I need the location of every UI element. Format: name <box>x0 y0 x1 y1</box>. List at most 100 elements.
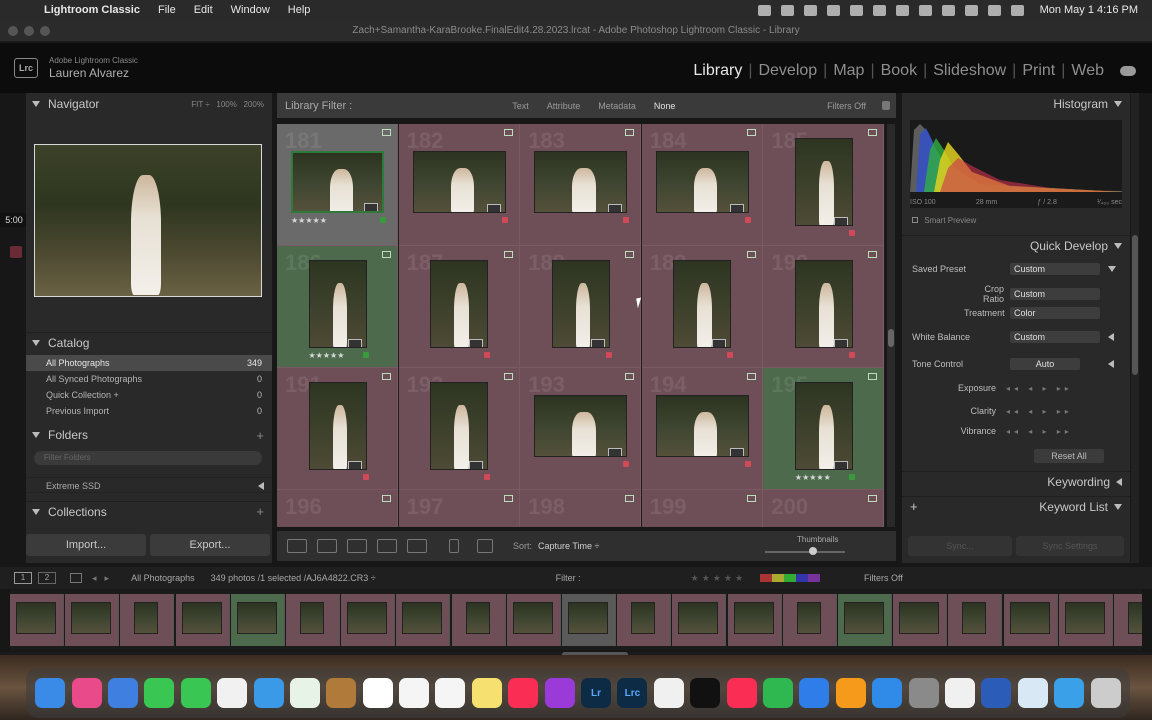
photo-thumbnail[interactable] <box>291 151 384 213</box>
quick-collection-icon[interactable] <box>746 251 756 258</box>
quick-collection-icon[interactable] <box>868 373 878 380</box>
module-develop[interactable]: Develop <box>752 62 823 80</box>
pages-icon[interactable] <box>835 678 866 708</box>
add-keyword-icon[interactable]: + <box>910 499 918 514</box>
trash-icon[interactable] <box>1090 678 1121 708</box>
filter-metadata[interactable]: Metadata <box>598 101 636 111</box>
filmstrip-thumbnail[interactable] <box>1003 594 1058 646</box>
grid-cell[interactable]: 198 <box>520 490 642 527</box>
loupe-view-icon[interactable] <box>317 539 337 553</box>
grid-scroll-thumb[interactable] <box>888 329 894 347</box>
filmstrip-thumbnail[interactable] <box>230 594 285 646</box>
photo-thumbnail[interactable] <box>794 138 853 226</box>
color-label-icon[interactable] <box>848 352 855 358</box>
folder-icon[interactable] <box>1054 678 1085 708</box>
photo-thumbnail[interactable] <box>430 260 489 348</box>
add-collection-icon[interactable]: + <box>256 504 264 519</box>
disclosure-icon[interactable] <box>1108 360 1114 368</box>
photo-thumbnail[interactable] <box>534 395 628 457</box>
quick-collection-icon[interactable] <box>625 251 635 258</box>
cloud-icon[interactable] <box>1120 66 1136 76</box>
quick-collection-icon[interactable] <box>503 129 513 136</box>
lightroom-classic-icon[interactable]: Lrc <box>617 678 648 708</box>
grid-cell[interactable]: 197 <box>398 490 520 527</box>
grid-icon[interactable] <box>70 573 82 583</box>
grid-scrollbar[interactable] <box>887 124 895 527</box>
quick-collection-icon[interactable] <box>503 495 513 502</box>
filmstrip-thumbnail[interactable] <box>341 594 396 646</box>
folder-search-input[interactable]: Filter Folders <box>34 451 262 465</box>
word-icon[interactable] <box>981 678 1012 708</box>
filmstrip-filters-off[interactable]: Filters Off <box>864 573 903 583</box>
keyword-list-header[interactable]: + Keyword List <box>902 496 1130 516</box>
module-web[interactable]: Web <box>1065 62 1110 80</box>
disclosure-icon[interactable] <box>258 482 264 490</box>
launchpad-icon[interactable] <box>71 678 102 708</box>
filmstrip-thumbnail[interactable] <box>617 594 672 646</box>
grid-cell[interactable]: 200 <box>763 490 885 527</box>
chrome-icon[interactable] <box>217 678 248 708</box>
filmstrip-thumbnail[interactable] <box>175 594 230 646</box>
disclosure-icon[interactable] <box>1108 333 1114 341</box>
filmstrip-thumbnail[interactable] <box>10 594 64 646</box>
grid-cell[interactable]: 199 <box>641 490 763 527</box>
quick-collection-icon[interactable] <box>868 495 878 502</box>
quick-develop-header[interactable]: Quick Develop <box>902 235 1130 255</box>
lock-icon[interactable] <box>882 101 890 110</box>
maps-icon[interactable] <box>289 678 320 708</box>
color-label-icon[interactable] <box>727 352 734 358</box>
auto-tone-button[interactable]: Auto <box>1010 358 1080 370</box>
grid-cell[interactable]: 186 ★★★★★ <box>277 246 398 368</box>
navigator-header[interactable]: Navigator FIT ÷ 100% 200% <box>26 94 272 114</box>
photo-thumbnail[interactable] <box>430 382 489 470</box>
white-balance-select[interactable]: Custom <box>1010 331 1100 343</box>
clarity-steppers[interactable]: ◂◂ ◂ ▸ ▸▸ <box>1006 407 1073 416</box>
control-center-icon[interactable] <box>987 4 1001 16</box>
module-map[interactable]: Map <box>827 62 870 80</box>
lightroom-icon[interactable]: Lr <box>581 678 612 708</box>
zoom-fit[interactable]: FIT ÷ <box>191 100 209 109</box>
filmstrip-thumbnail[interactable] <box>838 594 892 646</box>
play-icon[interactable] <box>895 4 909 16</box>
filmstrip-source[interactable]: All Photographs <box>131 573 195 583</box>
quick-collection-icon[interactable] <box>746 373 756 380</box>
finder-icon[interactable] <box>35 678 66 708</box>
notes-app-icon[interactable] <box>326 678 357 708</box>
grid-cell[interactable]: 188 <box>520 246 642 368</box>
sync-settings-button[interactable]: Sync Settings <box>1016 536 1124 556</box>
quick-collection-icon[interactable] <box>868 251 878 258</box>
menubar-app-name[interactable]: Lightroom Classic <box>44 4 140 16</box>
sort-direction-icon[interactable] <box>477 539 493 553</box>
module-print[interactable]: Print <box>1016 62 1061 80</box>
grid-cell[interactable]: 192 <box>398 368 520 490</box>
catalog-item-all-synced[interactable]: All Synced Photographs 0 <box>26 371 272 387</box>
quick-collection-icon[interactable] <box>503 251 513 258</box>
disclosure-icon[interactable] <box>1116 477 1122 486</box>
photo-thumbnail[interactable] <box>794 260 853 348</box>
photo-thumbnail[interactable] <box>308 382 367 470</box>
keynote-icon[interactable] <box>799 678 830 708</box>
fan-icon[interactable] <box>872 4 886 16</box>
battery-icon[interactable] <box>918 4 932 16</box>
quick-collection-icon[interactable] <box>868 129 878 136</box>
color-label-icon[interactable] <box>623 461 630 467</box>
menu-edit[interactable]: Edit <box>194 4 213 16</box>
mail-icon[interactable] <box>107 678 138 708</box>
filmstrip-thumbnail[interactable] <box>782 594 837 646</box>
safari-icon[interactable] <box>253 678 284 708</box>
filmstrip-thumbnail[interactable] <box>506 594 561 646</box>
keywording-header[interactable]: Keywording <box>902 471 1130 491</box>
color-label-icon[interactable] <box>848 474 855 480</box>
grid-cell[interactable]: 194 <box>641 368 763 490</box>
news-icon[interactable] <box>726 678 757 708</box>
folders-header[interactable]: Folders + <box>26 425 272 445</box>
sort-select[interactable]: Capture Time ÷ <box>538 541 599 551</box>
grid-cell[interactable]: 183 <box>520 124 642 246</box>
quick-collection-icon[interactable] <box>625 129 635 136</box>
collapse-triangle-icon[interactable] <box>1114 503 1122 510</box>
menu-file[interactable]: File <box>158 4 176 16</box>
catalog-item-quick-collection[interactable]: Quick Collection +0 <box>26 387 272 403</box>
quick-collection-icon[interactable] <box>746 495 756 502</box>
histogram-header[interactable]: Histogram <box>902 94 1130 114</box>
module-slideshow[interactable]: Slideshow <box>927 62 1012 80</box>
